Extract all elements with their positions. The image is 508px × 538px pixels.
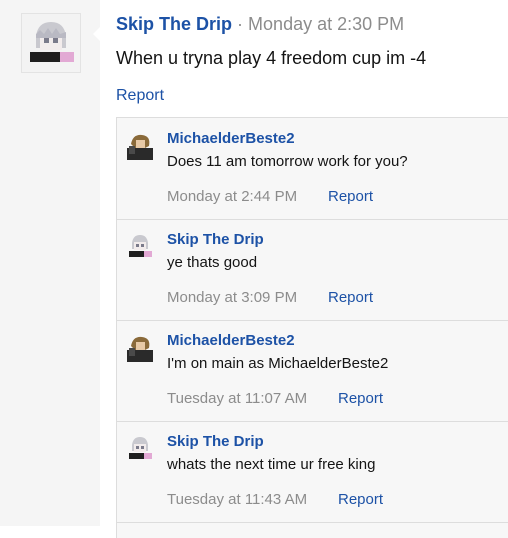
reply-username[interactable]: MichaelderBeste2	[167, 130, 295, 147]
reply-timestamp[interactable]: Monday at 2:44 PM	[167, 188, 297, 205]
anime-avatar-icon[interactable]	[125, 231, 155, 261]
left-strip	[0, 0, 100, 526]
anime-avatar-icon[interactable]	[125, 433, 155, 463]
reply-report-link[interactable]: Report	[338, 390, 383, 407]
reply-timestamp[interactable]: Monday at 3:09 PM	[167, 289, 297, 306]
post-text: When u tryna play 4 freedom cup im -4	[116, 48, 427, 68]
post-header: Skip The Drip · Monday at 2:30 PM	[116, 14, 404, 35]
post-pointer-arrow	[93, 26, 101, 42]
reply-text: whats the next time ur free king	[167, 456, 376, 473]
character-avatar-icon[interactable]	[125, 130, 155, 160]
reply-item: MichaelderBeste2 I'm on main as Michaeld…	[117, 320, 508, 422]
replies-list: MichaelderBeste2 Does 11 am tomorrow wor…	[116, 117, 508, 538]
reply-timestamp[interactable]: Tuesday at 11:07 AM	[167, 390, 307, 407]
reply-text: Does 11 am tomorrow work for you?	[167, 153, 408, 170]
post-report-link[interactable]: Report	[116, 87, 164, 105]
post-username[interactable]: Skip The Drip	[116, 14, 232, 34]
reply-item: Skip The Drip ye thats good Monday at 3:…	[117, 219, 508, 321]
reply-item: MichaelderBeste2 Does 11 am tomorrow wor…	[117, 118, 508, 220]
reply-username[interactable]: MichaelderBeste2	[167, 332, 295, 349]
reply-username[interactable]: Skip The Drip	[167, 231, 264, 248]
character-avatar-icon[interactable]	[125, 332, 155, 362]
reply-timestamp[interactable]: Tuesday at 11:43 AM	[167, 491, 307, 508]
post-separator: ·	[237, 14, 244, 34]
anime-avatar-icon[interactable]	[21, 13, 81, 73]
reply-username[interactable]: Skip The Drip	[167, 433, 264, 450]
reply-report-link[interactable]: Report	[328, 289, 373, 306]
reply-item: Skip The Drip whats the next time ur fre…	[117, 421, 508, 523]
reply-text: I'm on main as MichaelderBeste2	[167, 355, 389, 372]
reply-report-link[interactable]: Report	[328, 188, 373, 205]
reply-report-link[interactable]: Report	[338, 491, 383, 508]
post-timestamp[interactable]: Monday at 2:30 PM	[248, 14, 404, 34]
reply-text: ye thats good	[167, 254, 258, 271]
